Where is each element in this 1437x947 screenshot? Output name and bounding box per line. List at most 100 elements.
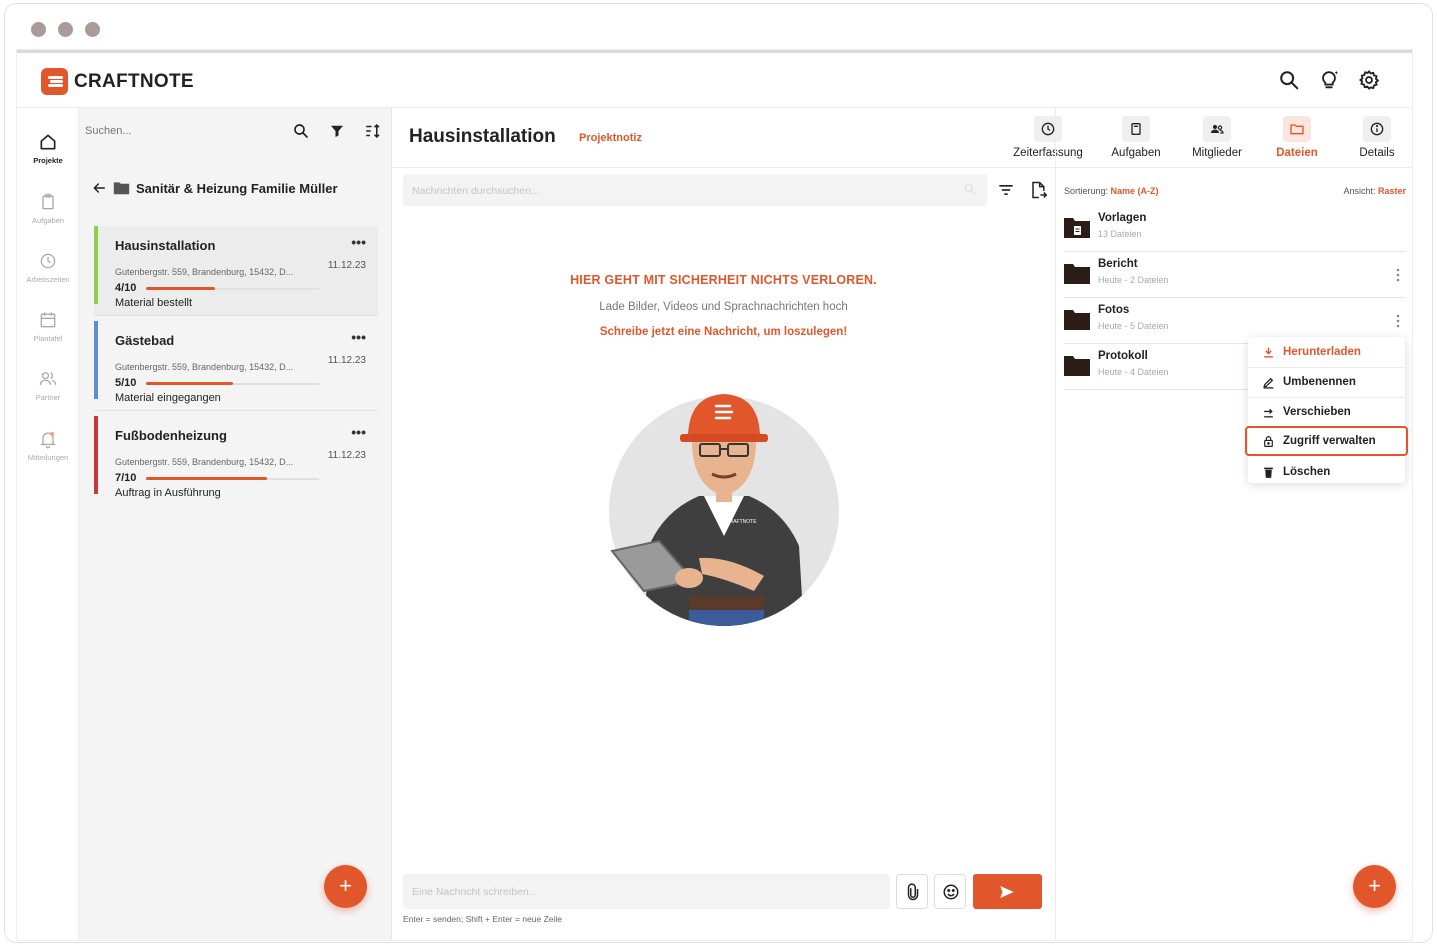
folder-icon bbox=[1064, 356, 1090, 376]
rail-label: Arbeitszeiten bbox=[26, 275, 70, 284]
folder-meta: Heute - 4 Dateien bbox=[1098, 367, 1169, 377]
message-search-input[interactable]: Nachrichten durchsuchen... bbox=[403, 174, 987, 206]
project-progress-bar bbox=[146, 287, 319, 290]
add-project-button[interactable]: + bbox=[324, 865, 367, 908]
paperclip-icon bbox=[907, 883, 919, 901]
search-icon[interactable] bbox=[1278, 69, 1300, 91]
clock-icon bbox=[1041, 122, 1055, 136]
empty-state-cta: Schreibe jetzt eine Nachricht, um loszul… bbox=[599, 326, 848, 338]
empty-state-subtitle: Lade Bilder, Videos und Sprachnachrichte… bbox=[599, 301, 848, 313]
app-name: CRAFTNOTE bbox=[74, 70, 194, 92]
rail-label: Mitteilungen bbox=[27, 453, 69, 462]
kebab-menu-icon[interactable] bbox=[1396, 314, 1400, 328]
send-button[interactable] bbox=[973, 874, 1042, 909]
top-bar: CRAFTNOTE bbox=[17, 53, 1412, 108]
app-logo[interactable]: CRAFTNOTE bbox=[41, 68, 194, 95]
folder-meta: Heute - 5 Dateien bbox=[1098, 321, 1169, 331]
menu-item-label: Herunterladen bbox=[1283, 346, 1361, 358]
rail-label: Aufgaben bbox=[31, 216, 65, 225]
mascot-shirt-logo: CRAFTNOTE bbox=[726, 519, 757, 525]
project-color-bar bbox=[94, 321, 98, 399]
project-progress-label: 4/10 bbox=[115, 282, 137, 294]
menu-item-download[interactable]: Herunterladen bbox=[1248, 338, 1405, 368]
rail-item-partner[interactable]: Partner bbox=[17, 369, 79, 402]
project-address: Gutenbergstr. 559, Brandenburg, 15432, D… bbox=[115, 362, 294, 372]
files-panel: Sortierung: Name (A-Z) Ansicht: Raster V… bbox=[1055, 108, 1412, 940]
project-status: Auftrag in Ausführung bbox=[115, 487, 221, 499]
menu-item-move[interactable]: Verschieben bbox=[1248, 398, 1405, 428]
project-search-bar bbox=[79, 108, 392, 160]
project-name: Gästebad bbox=[115, 333, 175, 348]
project-more-button[interactable]: ••• bbox=[351, 234, 366, 250]
menu-item-manage-access[interactable]: Zugriff verwalten bbox=[1245, 426, 1408, 456]
project-more-button[interactable]: ••• bbox=[351, 329, 366, 345]
add-file-button[interactable]: + bbox=[1353, 865, 1396, 908]
folder-icon bbox=[1064, 264, 1090, 284]
project-list-panel: Sanitär & Heizung Familie Müller Hausins… bbox=[79, 108, 392, 940]
kebab-menu-icon[interactable] bbox=[1396, 268, 1400, 282]
project-progress-label: 7/10 bbox=[115, 472, 137, 484]
side-navigation: Projekte Aufgaben Arbeitszeiten Plantafe… bbox=[17, 108, 79, 940]
sort-label: Sortierung: bbox=[1064, 186, 1109, 196]
rail-item-mitteilungen[interactable]: Mitteilungen bbox=[17, 429, 79, 462]
file-folder-row[interactable]: Bericht Heute - 2 Dateien bbox=[1064, 252, 1406, 298]
window-close-dot[interactable] bbox=[31, 22, 46, 37]
attach-button[interactable] bbox=[896, 874, 928, 909]
message-compose-input[interactable]: Eine Nachricht schreiben... bbox=[403, 874, 890, 909]
home-icon bbox=[40, 134, 56, 150]
calendar-icon bbox=[40, 312, 56, 328]
project-status: Material eingegangen bbox=[115, 392, 221, 404]
menu-item-label: Umbenennen bbox=[1283, 376, 1356, 388]
search-icon[interactable] bbox=[292, 122, 310, 140]
project-search-input[interactable] bbox=[85, 125, 255, 137]
project-card[interactable]: Gästebad ••• 11.12.23 Gutenbergstr. 559,… bbox=[94, 321, 378, 411]
menu-item-label: Verschieben bbox=[1283, 406, 1351, 418]
folder-context-menu: Herunterladen Umbenennen Verschieben Zug… bbox=[1245, 337, 1408, 483]
menu-item-delete[interactable]: Löschen bbox=[1248, 458, 1405, 488]
folder-breadcrumb[interactable]: Sanitär & Heizung Familie Müller bbox=[91, 180, 338, 196]
file-folder-row[interactable]: Vorlagen 13 Dateien bbox=[1064, 206, 1406, 252]
chat-tools bbox=[996, 180, 1048, 200]
smiley-icon bbox=[943, 884, 959, 900]
rail-item-aufgaben[interactable]: Aufgaben bbox=[17, 192, 79, 225]
files-toolbar: Sortierung: Name (A-Z) Ansicht: Raster bbox=[1064, 186, 1406, 196]
compose-hint: Enter = senden; Shift + Enter = neue Zei… bbox=[403, 914, 563, 924]
folder-meta: Heute - 2 Dateien bbox=[1098, 275, 1169, 285]
filter-icon[interactable] bbox=[328, 122, 346, 140]
rail-item-arbeitszeiten[interactable]: Arbeitszeiten bbox=[17, 251, 79, 284]
project-date: 11.12.23 bbox=[327, 260, 366, 271]
project-status: Material bestellt bbox=[115, 297, 193, 309]
view-dropdown[interactable]: Raster bbox=[1378, 186, 1406, 196]
window-minimize-dot[interactable] bbox=[58, 22, 73, 37]
menu-item-rename[interactable]: Umbenennen bbox=[1248, 368, 1405, 398]
people-icon bbox=[39, 372, 57, 385]
app-window: CRAFTNOTE Projekte Aufgaben Arbeitszeite… bbox=[17, 50, 1412, 940]
clipboard-icon bbox=[42, 193, 54, 210]
project-more-button[interactable]: ••• bbox=[351, 424, 366, 440]
project-card[interactable]: Hausinstallation ••• 11.12.23 Gutenbergs… bbox=[94, 226, 378, 316]
project-address: Gutenbergstr. 559, Brandenburg, 15432, D… bbox=[115, 457, 294, 467]
folder-meta: 13 Dateien bbox=[1098, 229, 1142, 239]
rail-item-plantafel[interactable]: Plantafel bbox=[17, 310, 79, 343]
emoji-button[interactable] bbox=[934, 874, 966, 909]
filter-lines-icon[interactable] bbox=[996, 180, 1016, 200]
lock-icon bbox=[1264, 436, 1273, 447]
window-maximize-dot[interactable] bbox=[85, 22, 100, 37]
folder-name: Protokoll bbox=[1098, 350, 1148, 362]
rail-item-projekte[interactable]: Projekte bbox=[17, 132, 79, 165]
list-tools bbox=[292, 122, 382, 140]
sort-dropdown[interactable]: Name (A-Z) bbox=[1111, 186, 1159, 196]
folder-icon bbox=[1064, 310, 1090, 330]
sort-icon[interactable] bbox=[364, 122, 382, 140]
trash-icon bbox=[1264, 467, 1273, 478]
clock-icon bbox=[40, 253, 56, 269]
project-color-bar bbox=[94, 416, 98, 494]
lightbulb-icon[interactable] bbox=[1318, 69, 1340, 91]
file-export-icon[interactable] bbox=[1028, 180, 1048, 200]
back-arrow-icon[interactable] bbox=[91, 180, 107, 196]
gear-icon[interactable] bbox=[1358, 69, 1380, 91]
rail-label: Projekte bbox=[33, 156, 63, 165]
view-label: Ansicht: bbox=[1343, 186, 1376, 196]
craftnote-logo-icon bbox=[41, 68, 68, 95]
project-card[interactable]: Fußbodenheizung ••• 11.12.23 Gutenbergst… bbox=[94, 416, 378, 506]
